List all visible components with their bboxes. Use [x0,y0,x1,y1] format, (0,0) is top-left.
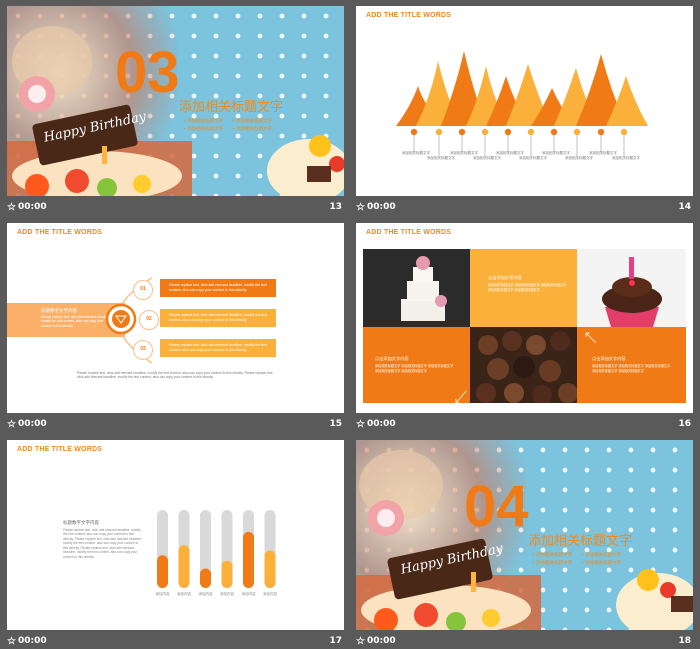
step-text-1: Please replace text, click add relevant … [169,283,267,292]
peak-label-2: 添加相关标题文字 [427,156,455,160]
section-title: 添加相关标题文字 [179,100,284,115]
slide-number: 17 [329,636,342,646]
bar-value [221,560,233,588]
slide-15: ADD THE TITLE WORDS 标题数字文字内容 Please repl… [7,223,344,413]
slide-17: ADD THE TITLE WORDS 标题数字文字内容 Please repl… [7,440,344,630]
bar-label: 添加内容 [242,591,256,596]
slide-14: ADD THE TITLE WORDS 添加相关标题文字 添加相关标题文字 添加… [356,6,693,196]
slide-number: 16 [678,419,691,429]
step-circle-2: 02 [139,310,159,330]
peak-label-4: 添加相关标题文字 [473,156,501,160]
slide-meta: ☆ 00:00 17 [7,634,344,649]
bar-label: 添加内容 [156,591,170,596]
star-icon[interactable]: ☆ [7,202,16,213]
star-icon[interactable]: ☆ [356,419,365,430]
slide-number: 13 [329,202,342,212]
slide-timing: 00:00 [367,636,396,646]
bullet-2: • 添加相关标题文字 [232,119,273,124]
bullet-1: • 添加相关标题文字 [532,553,573,558]
peak-label-1: 添加相关标题文字 [402,151,430,155]
bar-value [178,545,190,588]
slide-16: ADD THE TITLE WORDS 点击添加文字内容 添加相关标题文字 添加… [356,223,693,413]
star-icon[interactable]: ☆ [7,636,16,647]
bar-value [264,550,276,588]
arrow-icons [455,332,597,404]
slide-timing: 00:00 [367,419,396,429]
bar-label: 添加内容 [177,591,191,596]
peak-shapes [396,51,648,126]
bar-value [200,568,211,588]
slide-18: Happy Birthday 04 添加相关标题文字 • 添加相关标题文字 • … [356,440,693,630]
slide-meta: ☆ 00:00 14 [356,200,693,218]
bullet-4: • 添加相关标题文字 [232,127,273,132]
slide-timing: 00:00 [18,636,47,646]
slide-meta: ☆ 00:00 18 [356,634,693,649]
slide-meta: ☆ 00:00 13 [7,200,344,218]
slide-meta: ☆ 00:00 15 [7,417,344,435]
step-text-2: Please replace text, click add relevant … [169,313,267,322]
section-number: 03 [115,40,180,105]
bullet-3: • 添加相关标题文字 [183,127,224,132]
timeline-dots [410,128,628,136]
peak-chart [396,51,648,156]
slide-timing: 00:00 [18,419,47,429]
bar-label: 添加内容 [220,591,234,596]
bullet-4: • 添加相关标题文字 [581,561,622,566]
star-icon[interactable]: ☆ [356,636,365,647]
bar-label: 添加内容 [199,591,213,596]
slide-timing: 00:00 [18,202,47,212]
section-number: 04 [464,474,529,539]
bar-label: 添加内容 [263,591,277,596]
slide-number: 18 [678,636,691,646]
bar-value [243,531,254,588]
slide-number: 15 [329,419,342,429]
peak-label-8: 添加相关标题文字 [565,156,593,160]
bullet-2: • 添加相关标题文字 [581,553,622,558]
section-title: 添加相关标题文字 [528,534,633,549]
peak-label-6: 添加相关标题文字 [519,156,547,160]
step-circle-1: 01 [133,280,153,300]
slide-meta: ☆ 00:00 16 [356,417,693,435]
step-text-3: Please replace text, click add relevant … [169,343,267,352]
bar-chart: 添加内容 添加内容 添加内容 添加内容 添加内容 添加内容 [156,510,277,596]
step-circle-3: 03 [133,340,153,360]
star-icon[interactable]: ☆ [356,202,365,213]
slide-number: 14 [678,202,691,212]
bar-value [157,555,168,588]
slide-13: Happy Birthday 03 添加相关标题文字 • 添加相关标题文字 • … [7,6,344,196]
star-icon[interactable]: ☆ [7,419,16,430]
peak-label-10: 添加相关标题文字 [612,156,640,160]
footer-paragraph: Please replace text, click add relevant … [77,371,274,380]
bullet-3: • 添加相关标题文字 [532,561,573,566]
slide-timing: 00:00 [367,202,396,212]
bullet-1: • 添加相关标题文字 [183,119,224,124]
